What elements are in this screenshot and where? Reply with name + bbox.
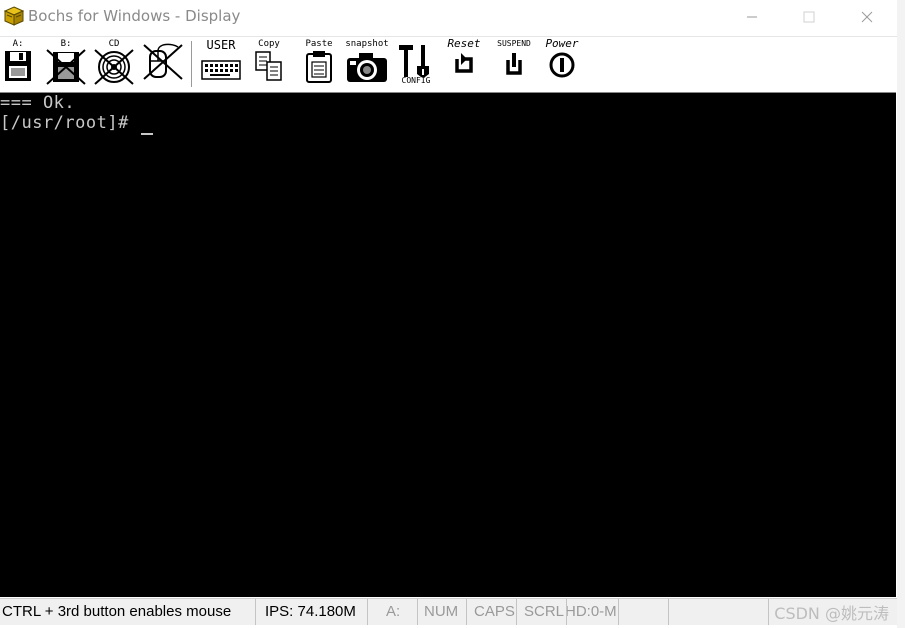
close-icon	[861, 11, 873, 23]
maximize-button[interactable]	[786, 0, 832, 34]
status-hd: HD:0-M	[567, 599, 619, 625]
reset-button[interactable]: Reset	[444, 37, 484, 91]
terminal-line: === Ok.	[0, 93, 76, 113]
camera-icon	[347, 53, 387, 82]
copy-icon	[255, 51, 282, 81]
status-num: NUM	[418, 599, 467, 625]
close-button[interactable]	[844, 0, 890, 34]
reset-icon	[455, 53, 473, 73]
desktop-edge	[897, 0, 905, 628]
window-title: Bochs for Windows - Display	[28, 7, 241, 25]
floppy-a-label: A:	[12, 39, 24, 49]
status-mouse-hint: CTRL + 3rd button enables mouse	[0, 599, 256, 625]
keyboard-icon	[201, 60, 241, 80]
minimize-button[interactable]	[729, 0, 775, 34]
terminal-cursor	[141, 133, 153, 135]
mouse-button[interactable]	[142, 39, 184, 91]
power-icon	[549, 52, 575, 78]
reset-label: Reset	[447, 37, 481, 50]
bochs-app-icon	[3, 6, 25, 26]
suspend-button[interactable]: SUSPEND	[492, 39, 536, 91]
status-ips: IPS: 74.180M	[256, 599, 368, 625]
floppy-disk-disabled-icon	[46, 49, 86, 85]
user-button[interactable]: USER	[200, 39, 242, 91]
cdrom-disabled-icon	[94, 49, 134, 85]
status-bar: CTRL + 3rd button enables mouse IPS: 74.…	[0, 598, 897, 625]
minimize-icon	[747, 16, 757, 18]
maximize-icon	[803, 11, 815, 23]
user-label: USER	[206, 38, 236, 52]
config-label: CONFIG	[401, 76, 431, 85]
status-scrl: SCRL	[517, 599, 567, 625]
config-button[interactable]: CONFIG	[396, 39, 436, 91]
watermark: CSDN @姚元涛	[774, 604, 889, 623]
cdrom-label: CD	[108, 39, 120, 49]
suspend-icon	[506, 53, 522, 75]
status-hd-text: HD:0-M	[567, 603, 617, 620]
power-label: Power	[545, 37, 579, 50]
status-empty-slot	[669, 599, 769, 625]
floppy-b-label: B:	[60, 39, 72, 49]
snapshot-button[interactable]: snapshot	[344, 39, 390, 91]
floppy-b-button[interactable]: B:	[46, 39, 86, 91]
bochs-window: Bochs for Windows - Display A: B: CD USE…	[0, 0, 898, 628]
title-bar[interactable]: Bochs for Windows - Display	[0, 0, 897, 34]
suspend-label: SUSPEND	[497, 39, 531, 48]
status-caps: CAPS	[467, 599, 517, 625]
snapshot-label: snapshot	[345, 39, 389, 49]
copy-label: Copy	[258, 39, 280, 49]
emulator-display[interactable]: === Ok. [/usr/root]#	[0, 92, 896, 597]
paste-button[interactable]: Paste	[302, 39, 336, 91]
mouse-disabled-icon	[143, 43, 183, 80]
floppy-a-button[interactable]: A:	[2, 39, 34, 91]
toolbar-separator	[191, 41, 192, 87]
clipboard-icon	[306, 51, 332, 83]
status-drive-a: A:	[368, 599, 418, 625]
cdrom-button[interactable]: CD	[94, 39, 134, 91]
floppy-disk-icon	[5, 51, 31, 81]
paste-label: Paste	[305, 39, 333, 49]
tools-icon	[399, 45, 429, 77]
copy-button[interactable]: Copy	[252, 39, 286, 91]
bochs-toolbar: A: B: CD USER Copy Paste snapshot CONFIG…	[0, 36, 897, 93]
terminal-prompt: [/usr/root]#	[0, 113, 140, 133]
status-empty-slot	[619, 599, 669, 625]
power-button[interactable]: Power	[540, 37, 584, 91]
